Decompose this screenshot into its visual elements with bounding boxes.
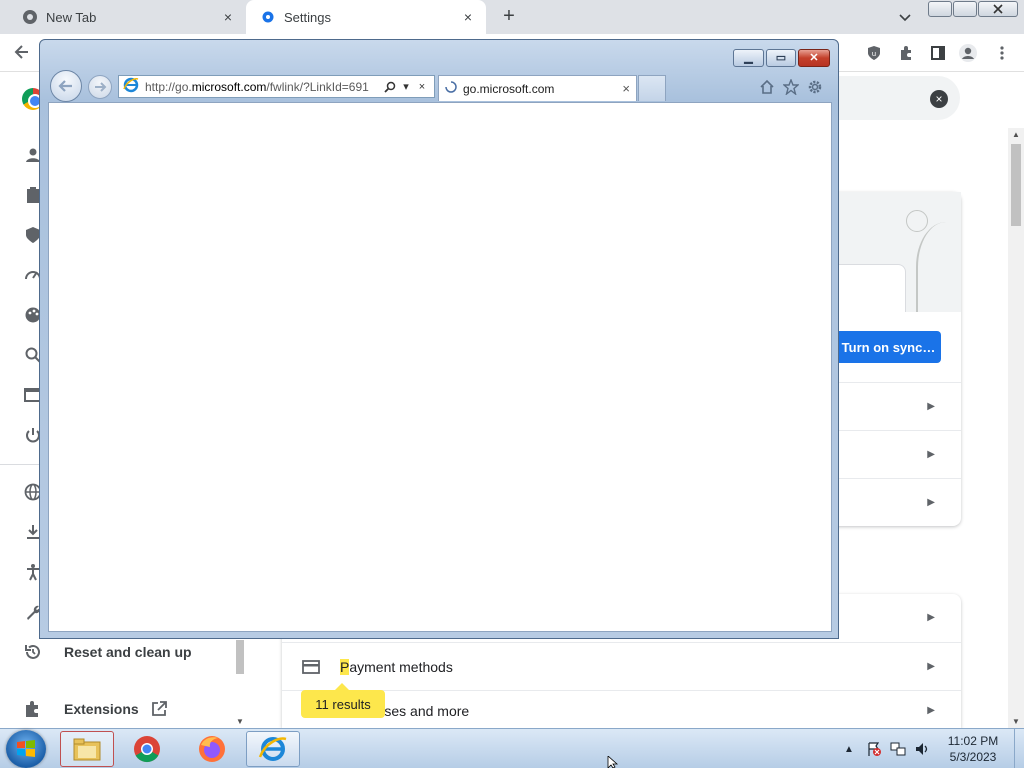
taskbar-internet-explorer[interactable] [246, 731, 300, 767]
chrome-icon [22, 9, 38, 25]
ie-logo-icon [258, 737, 287, 761]
windows-logo-icon [17, 740, 35, 757]
sidebar-scrollbar[interactable]: ▼ [234, 640, 246, 728]
caret-right-icon: ▶ [927, 449, 935, 460]
gear-icon [260, 9, 276, 25]
caret-right-icon: ▶ [927, 661, 935, 672]
caret-right-icon: ▶ [927, 497, 935, 508]
back-arrow-icon[interactable] [12, 42, 32, 62]
caret-right-icon: ▶ [927, 612, 935, 623]
chrome-icon [134, 736, 160, 763]
card-row[interactable]: ▶ [836, 382, 961, 430]
firefox-icon [199, 736, 225, 762]
shield-icon[interactable]: u [864, 43, 884, 63]
more-vert-icon[interactable] [992, 43, 1012, 63]
page-scrollbar[interactable]: ▲ ▼ [1008, 128, 1024, 728]
puzzle-icon[interactable] [896, 43, 916, 63]
ie-address-bar[interactable]: http://go.microsoft.com/fwlink/?LinkId=6… [118, 75, 435, 98]
dropdown-arrow-icon[interactable]: ▾ [399, 80, 413, 94]
tab-settings[interactable]: Settings × [246, 0, 486, 34]
minimize-button[interactable] [928, 1, 952, 17]
clock-time: 11:02 PM [947, 734, 999, 748]
ie-minimize-button[interactable]: ▁ [733, 49, 764, 67]
folder-icon [73, 738, 101, 761]
close-icon[interactable]: × [622, 81, 630, 96]
ie-logo-icon [123, 77, 141, 96]
maximize-button[interactable] [953, 1, 977, 17]
sidebar-item-extensions[interactable]: Extensions [64, 701, 139, 717]
loading-spinner-icon [445, 81, 457, 96]
card-row[interactable]: ▶ [836, 478, 961, 526]
action-center-flag-icon[interactable] [866, 741, 882, 757]
home-icon[interactable] [758, 78, 776, 96]
chrome-tab-strip: New Tab × Settings × + [0, 0, 1024, 34]
ie-page-content[interactable] [48, 102, 832, 632]
taskbar-explorer[interactable] [60, 731, 114, 767]
taskbar-firefox[interactable] [185, 731, 239, 767]
network-icon[interactable] [890, 741, 906, 757]
chevron-down-icon[interactable] [896, 8, 914, 26]
clock-date: 5/3/2023 [949, 750, 997, 764]
ie-tab-go-microsoft[interactable]: go.microsoft.com × [438, 75, 637, 101]
turn-on-sync-button[interactable]: Turn on sync… [836, 331, 941, 363]
favorites-star-icon[interactable] [782, 78, 800, 96]
ie-window: ▁ ▭ ✕ http://go.microsoft.com/fwlink/?Li… [39, 39, 839, 639]
credit-card-icon [302, 658, 320, 676]
new-tab-button[interactable]: + [498, 6, 520, 28]
tab-new-tab[interactable]: New Tab × [8, 0, 246, 34]
caret-right-icon: ▶ [927, 705, 935, 716]
tab-title: Settings [284, 9, 331, 25]
ie-new-tab-button[interactable] [638, 75, 666, 101]
payment-methods-label: Payment methods [340, 659, 453, 675]
start-button[interactable] [6, 730, 46, 768]
volume-icon[interactable] [914, 741, 930, 757]
taskbar-chrome[interactable] [120, 731, 174, 767]
payment-methods-row[interactable]: Payment methods ▶ [282, 642, 961, 690]
sidebar-item-reset[interactable]: Reset and clean up [64, 644, 192, 660]
close-icon[interactable]: × [220, 9, 236, 25]
search-icon[interactable] [383, 80, 397, 94]
open-external-icon[interactable] [150, 700, 168, 718]
mouse-cursor-icon [607, 755, 619, 768]
gear-icon[interactable] [806, 78, 824, 96]
tab-title: New Tab [46, 9, 97, 25]
ie-restore-button[interactable]: ▭ [766, 49, 796, 67]
system-tray: ▲ [844, 729, 930, 768]
sync-illustration [836, 192, 961, 312]
profile-icon[interactable] [958, 43, 978, 63]
restore-icon[interactable] [24, 643, 42, 661]
card-row[interactable]: ▶ [836, 430, 961, 478]
ie-close-button[interactable]: ✕ [798, 49, 830, 67]
search-results-badge: 11 results [301, 683, 385, 718]
stop-icon[interactable]: × [415, 80, 429, 94]
ie-forward-button[interactable] [88, 75, 112, 99]
close-icon[interactable]: × [460, 9, 476, 25]
clear-search-icon[interactable]: × [930, 90, 948, 108]
ie-address-text: http://go.microsoft.com/fwlink/?LinkId=6… [145, 79, 369, 94]
ie-back-button[interactable] [50, 70, 82, 102]
ie-tab-title: go.microsoft.com [463, 81, 555, 96]
windows-taskbar: ▲ 11:02 PM 5/3/2023 [0, 728, 1024, 768]
system-clock[interactable]: 11:02 PM 5/3/2023 [938, 733, 1008, 765]
caret-right-icon: ▶ [927, 401, 935, 412]
close-window-button[interactable] [978, 1, 1018, 17]
show-hidden-icons-icon[interactable]: ▲ [844, 744, 854, 755]
side-panel-icon[interactable] [928, 43, 948, 63]
puzzle-icon[interactable] [24, 700, 42, 718]
svg-text:u: u [872, 50, 876, 58]
show-desktop-button[interactable] [1014, 729, 1024, 768]
